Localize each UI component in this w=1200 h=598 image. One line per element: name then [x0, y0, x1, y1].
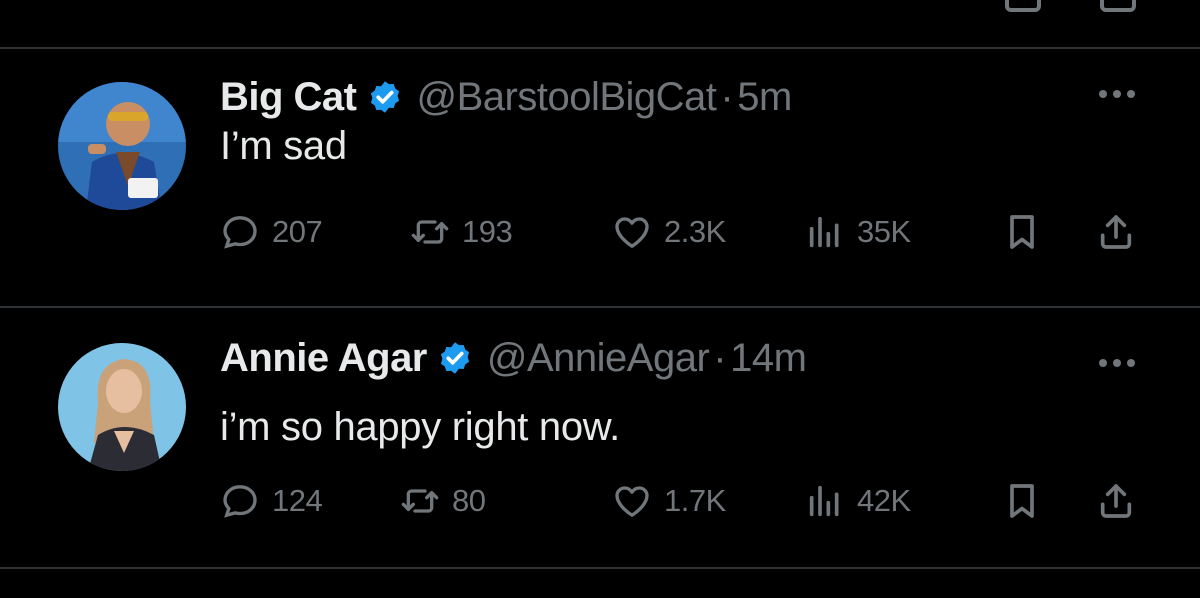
display-name[interactable]: Big Cat — [220, 75, 357, 120]
repost-icon — [411, 220, 449, 244]
divider — [0, 567, 1200, 569]
more-icon[interactable] — [1098, 357, 1136, 369]
reply-button[interactable]: 124 — [220, 477, 323, 525]
share-button[interactable] — [1096, 208, 1136, 256]
avatar[interactable] — [58, 82, 186, 210]
reply-icon — [223, 485, 257, 518]
timestamp[interactable]: 5m — [737, 75, 792, 120]
like-icon — [615, 217, 649, 248]
repost-button[interactable]: 80 — [400, 477, 486, 525]
like-button[interactable]: 1.7K — [612, 477, 726, 525]
repost-icon — [401, 489, 439, 513]
avatar[interactable] — [58, 343, 186, 471]
like-count: 2.3K — [664, 214, 726, 249]
previous-tweet-actions — [0, 0, 1200, 12]
reply-button[interactable]: 207 — [220, 208, 323, 256]
bookmark-icon[interactable] — [1005, 0, 1041, 12]
separator-dot: · — [713, 335, 727, 380]
tweet-text: I’m sad — [220, 124, 347, 168]
reply-count: 207 — [272, 214, 323, 249]
repost-button[interactable]: 193 — [410, 208, 513, 256]
bookmark-button[interactable] — [1002, 208, 1042, 256]
username-handle[interactable]: @BarstoolBigCat — [417, 75, 717, 120]
tweet-text: i’m so happy right now. — [220, 405, 620, 449]
tweet[interactable]: Big Cat @BarstoolBigCat · 5m I’m sad 207… — [0, 48, 1200, 306]
views-icon — [809, 485, 839, 517]
bookmark-button[interactable] — [1002, 477, 1042, 525]
share-icon — [1100, 215, 1132, 249]
display-name[interactable]: Annie Agar — [220, 336, 427, 381]
views-button[interactable]: 42K — [805, 477, 911, 525]
verified-badge-icon — [440, 342, 469, 374]
reply-icon — [223, 216, 257, 249]
bookmark-icon — [1010, 215, 1034, 249]
repost-count: 80 — [452, 483, 486, 518]
more-icon[interactable] — [1098, 88, 1136, 100]
verified-badge-icon — [370, 81, 399, 113]
share-icon — [1100, 484, 1132, 518]
tweet[interactable]: Annie Agar @AnnieAgar · 14m i’m so happy… — [0, 307, 1200, 565]
repost-count: 193 — [462, 214, 513, 249]
bookmark-icon — [1010, 484, 1034, 518]
action-bar: 124 80 1.7K 42K — [220, 477, 1150, 525]
views-icon — [809, 216, 839, 248]
action-bar: 207 193 2.3K 35K — [220, 208, 1150, 256]
separator-dot: · — [720, 74, 734, 119]
view-count: 42K — [857, 483, 911, 518]
share-button[interactable] — [1096, 477, 1136, 525]
share-icon[interactable] — [1100, 0, 1136, 12]
username-handle[interactable]: @AnnieAgar — [487, 336, 710, 381]
timestamp[interactable]: 14m — [730, 336, 807, 381]
reply-count: 124 — [272, 483, 323, 518]
like-button[interactable]: 2.3K — [612, 208, 726, 256]
views-button[interactable]: 35K — [805, 208, 911, 256]
like-icon — [615, 486, 649, 517]
view-count: 35K — [857, 214, 911, 249]
like-count: 1.7K — [664, 483, 726, 518]
